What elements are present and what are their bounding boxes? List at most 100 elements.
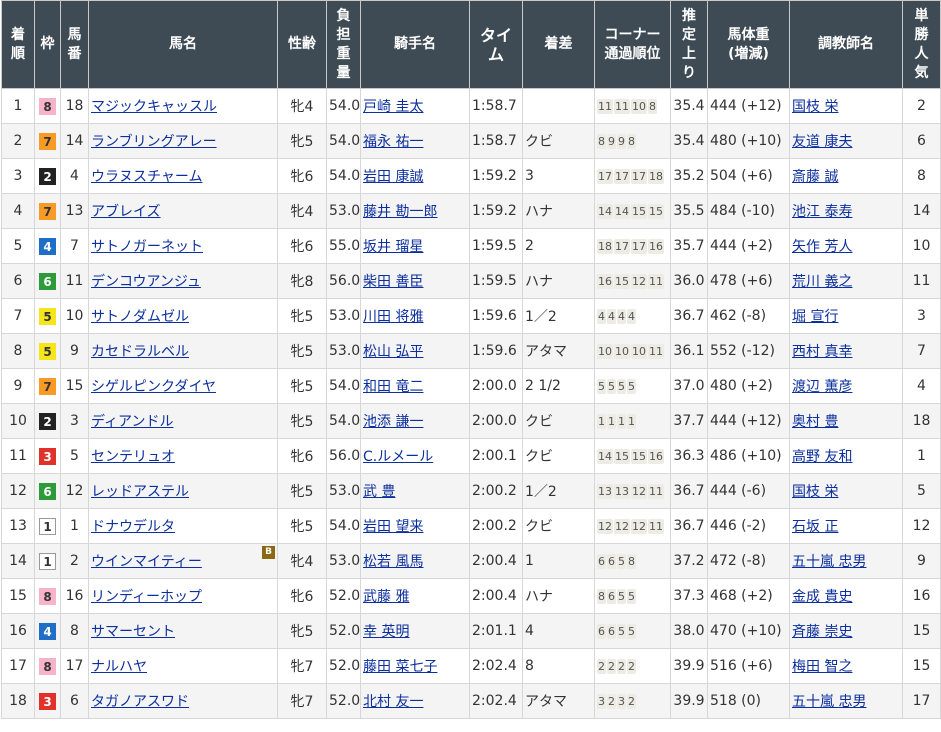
jockey-link[interactable]: 松山 弘平 (363, 344, 423, 360)
trainer-cell: 斉藤 崇史 (789, 613, 903, 649)
horse-name-link[interactable]: ウインマイティー (91, 554, 202, 570)
jockey-link[interactable]: 川田 将雅 (363, 309, 423, 325)
trainer-link[interactable]: 奥村 豊 (792, 414, 838, 430)
jockey-link[interactable]: 岩田 望来 (363, 519, 423, 535)
horse-name-link[interactable]: サトノガーネット (91, 239, 203, 255)
rank-cell: 12 (1, 473, 35, 509)
corner-position: 16 (648, 449, 664, 464)
jockey-cell: 松若 風馬 (360, 543, 470, 579)
table-row: 11 3 5 センテリュオ 牝6 56.0 C.ルメール 2:00.1 クビ 14 15 15 16 36… (1, 438, 941, 474)
header-text: 勝 (914, 26, 929, 43)
jockey-link[interactable]: 幸 英明 (363, 624, 409, 640)
jockey-link[interactable]: 福永 祐一 (363, 134, 423, 150)
sex-age: 牝4 (290, 99, 314, 115)
horse-name-link[interactable]: ウラヌスチャーム (91, 169, 202, 185)
horse-name-link[interactable]: タガノアスワド (91, 694, 189, 710)
trainer-link[interactable]: 斎藤 誠 (792, 169, 838, 185)
jockey-link[interactable]: 和田 竜二 (363, 379, 423, 395)
jockey-link[interactable]: 岩田 康誠 (363, 169, 423, 185)
trainer-link[interactable]: 五十嵐 忠男 (792, 694, 866, 710)
trainer-link[interactable]: 国枝 栄 (792, 99, 838, 115)
trainer-link[interactable]: 堀 宣行 (792, 309, 838, 325)
jockey-link[interactable]: 松若 風馬 (363, 554, 423, 570)
waku-badge: 8 (39, 587, 56, 605)
finish-rank: 6 (13, 273, 23, 289)
horse-name-link[interactable]: シゲルピンクダイヤ (91, 379, 216, 395)
sex-age: 牝6 (290, 589, 314, 605)
last-3f-time: 39.9 (673, 693, 705, 709)
carried-weight: 52.0 (329, 658, 361, 674)
horse-name-link[interactable]: サマーセント (91, 624, 175, 640)
trainer-link[interactable]: 国枝 栄 (792, 484, 838, 500)
trainer-link[interactable]: 高野 友和 (792, 449, 852, 465)
horse-name-link[interactable]: アブレイズ (91, 204, 161, 220)
trainer-link[interactable]: 五十嵐 忠男 (792, 554, 866, 570)
margin: 3 (525, 168, 534, 184)
horse-name-link[interactable]: マジックキャッスル (91, 99, 217, 115)
jockey-link[interactable]: 池添 謙一 (363, 414, 423, 430)
jockey-link[interactable]: C.ルメール (363, 449, 433, 465)
corner-cell: 2222 (594, 648, 671, 684)
margin: ハナ (525, 589, 553, 605)
trainer-link[interactable]: 荒川 義之 (792, 274, 852, 290)
horse-name-link[interactable]: リンディーホップ (91, 589, 202, 605)
jockey-link[interactable]: 藤井 勘一郎 (363, 204, 437, 220)
jockey-link[interactable]: 戸崎 圭太 (363, 99, 423, 115)
corner-positions: 3232 (597, 694, 637, 709)
horse-name-link[interactable]: カセドラルベル (91, 344, 189, 360)
horse-name-link[interactable]: ディアンドル (91, 414, 173, 430)
jockey-link[interactable]: 北村 友一 (363, 694, 423, 710)
waku-cell: 2 (34, 158, 61, 194)
finish-time: 1:59.5 (472, 238, 517, 254)
horse-number: 6 (70, 693, 79, 709)
corner-position: 8 (648, 99, 657, 114)
header-text: 推 (682, 7, 696, 24)
header-sex-age: 性齢 (277, 0, 327, 89)
carried-weight: 53.0 (329, 343, 361, 359)
finish-time: 2:02.4 (472, 693, 517, 709)
jockey-link[interactable]: 武 豊 (363, 484, 395, 500)
corner-positions: 6658 (597, 554, 637, 569)
trainer-link[interactable]: 斉藤 崇史 (792, 624, 852, 640)
header-text: コーナー (604, 26, 661, 43)
sex-age: 牝5 (290, 379, 314, 395)
trainer-link[interactable]: 矢作 芳人 (792, 239, 852, 255)
horse-name-link[interactable]: ランブリングアレー (91, 134, 217, 150)
last-3f-time: 36.3 (673, 448, 705, 464)
horse-name-link[interactable]: レッドアステル (91, 484, 189, 500)
popularity-cell: 8 (902, 158, 941, 194)
body-weight: 446 (-2) (710, 518, 767, 534)
body-weight: 516 (+6) (710, 658, 773, 674)
umaban-cell: 6 (60, 683, 89, 719)
horse-name-link[interactable]: センテリュオ (91, 449, 175, 465)
waku-cell: 2 (34, 403, 61, 439)
corner-position: 17 (631, 169, 647, 184)
popularity-cell: 2 (902, 88, 941, 124)
results-body: 1 8 18 マジックキャッスル 牝4 54.0 戸崎 圭太 1:58.7 11 11 10 8 35.… (1, 88, 941, 719)
trainer-link[interactable]: 梅田 智之 (792, 659, 852, 675)
trainer-link[interactable]: 石坂 正 (792, 519, 838, 535)
trainer-link[interactable]: 金成 貴史 (792, 589, 852, 605)
horse-name-link[interactable]: ナルハヤ (91, 659, 147, 675)
horse-name-cell: サトノダムゼル (88, 298, 278, 334)
jockey-link[interactable]: 柴田 善臣 (363, 274, 423, 290)
rank-cell: 9 (1, 368, 35, 404)
rank-cell: 2 (1, 123, 35, 159)
horse-name-link[interactable]: サトノダムゼル (91, 309, 189, 325)
trainer-link[interactable]: 西村 真幸 (792, 344, 852, 360)
corner-cell: 17 17 17 18 (594, 158, 671, 194)
jockey-link[interactable]: 武藤 雅 (363, 589, 409, 605)
trainer-link[interactable]: 渡辺 薫彦 (792, 379, 852, 395)
trainer-link[interactable]: 池江 泰寿 (792, 204, 852, 220)
sex-age-cell: 牝6 (277, 578, 327, 614)
trainer-link[interactable]: 友道 康夫 (792, 134, 852, 150)
corner-cell: 14 15 15 16 (594, 438, 671, 474)
jockey-link[interactable]: 藤田 菜七子 (363, 659, 437, 675)
corner-cell: 18 17 17 16 (594, 228, 671, 264)
jockey-link[interactable]: 坂井 瑠星 (363, 239, 423, 255)
horse-name-link[interactable]: デンコウアンジュ (91, 274, 201, 290)
header-jockey: 騎手名 (360, 0, 470, 89)
last-3f-time: 35.4 (673, 98, 705, 114)
horse-name-link[interactable]: ドナウデルタ (91, 519, 175, 535)
weight-cell: 54.0 (326, 123, 361, 159)
